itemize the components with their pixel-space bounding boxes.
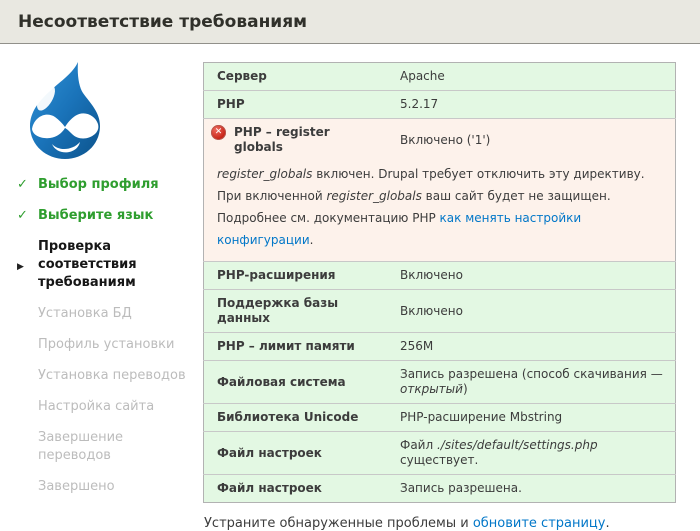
- row-value: Запись разрешена.: [387, 475, 676, 503]
- row-label: PHP-расширения: [204, 262, 388, 290]
- footer-note: Устраните обнаруженные проблемы и обнови…: [204, 516, 676, 531]
- page-title: Несоответствие требованиям: [18, 12, 700, 32]
- row-value: Включено ('1'): [387, 119, 676, 162]
- table-row: Поддержка базы данных Включено: [204, 290, 676, 333]
- task-choose-profile: ✓ Выбор профиля: [38, 176, 190, 194]
- row-value: Запись разрешена (способ скачивания — от…: [387, 361, 676, 404]
- install-task-list: ✓ Выбор профиля ✓ Выберите язык ▶ Провер…: [0, 176, 190, 496]
- row-value: Apache: [387, 63, 676, 91]
- task-setup-database: Установка БД: [38, 305, 190, 323]
- row-label: ✕ PHP – register globals: [204, 119, 388, 162]
- task-finish-translations: Завершение переводов: [38, 429, 190, 465]
- row-value: Включено: [387, 290, 676, 333]
- row-value: 5.2.17: [387, 91, 676, 119]
- task-install-profile: Профиль установки: [38, 336, 190, 354]
- row-label: PHP – лимит памяти: [204, 333, 388, 361]
- row-value: Включено: [387, 262, 676, 290]
- row-label: PHP: [204, 91, 388, 119]
- row-value: PHP-расширение Mbstring: [387, 404, 676, 432]
- table-row: Файл настроек Файл ./sites/default/setti…: [204, 432, 676, 475]
- requirements-report: Сервер Apache PHP 5.2.17 ✕ PHP – registe…: [203, 62, 676, 531]
- page-header: Несоответствие требованиям: [0, 0, 700, 44]
- table-row: Библиотека Unicode PHP-расширение Mbstri…: [204, 404, 676, 432]
- requirements-table: Сервер Apache PHP 5.2.17 ✕ PHP – registe…: [203, 62, 676, 503]
- table-row-error-description: register_globals включен. Drupal требует…: [204, 161, 676, 262]
- task-verify-requirements: ▶ Проверка соответствия требованиям: [38, 238, 190, 292]
- error-icon: ✕: [211, 125, 226, 140]
- table-row: PHP – лимит памяти 256M: [204, 333, 676, 361]
- row-label: Поддержка базы данных: [204, 290, 388, 333]
- row-label: Файл настроек: [204, 432, 388, 475]
- row-label: Сервер: [204, 63, 388, 91]
- table-row: Сервер Apache: [204, 63, 676, 91]
- current-step-arrow-icon: ▶: [17, 258, 24, 276]
- table-row: PHP 5.2.17: [204, 91, 676, 119]
- table-row: PHP-расширения Включено: [204, 262, 676, 290]
- refresh-page-link[interactable]: обновите страницу: [473, 516, 606, 531]
- row-value: 256M: [387, 333, 676, 361]
- check-icon: ✓: [17, 176, 28, 194]
- row-label: Файловая система: [204, 361, 388, 404]
- row-label: Библиотека Unicode: [204, 404, 388, 432]
- install-sidebar: ✓ Выбор профиля ✓ Выберите язык ▶ Провер…: [0, 44, 200, 509]
- task-finished: Завершено: [38, 478, 190, 496]
- task-configure-site: Настройка сайта: [38, 398, 190, 416]
- task-choose-language: ✓ Выберите язык: [38, 207, 190, 225]
- table-row: Файл настроек Запись разрешена.: [204, 475, 676, 503]
- table-row-error: ✕ PHP – register globals Включено ('1'): [204, 119, 676, 162]
- error-description: register_globals включен. Drupal требует…: [204, 161, 676, 262]
- check-icon: ✓: [17, 207, 28, 225]
- row-label: Файл настроек: [204, 475, 388, 503]
- row-value: Файл ./sites/default/settings.php сущест…: [387, 432, 676, 475]
- drupal-logo: [18, 60, 112, 162]
- table-row: Файловая система Запись разрешена (спосо…: [204, 361, 676, 404]
- task-install-translations: Установка переводов: [38, 367, 190, 385]
